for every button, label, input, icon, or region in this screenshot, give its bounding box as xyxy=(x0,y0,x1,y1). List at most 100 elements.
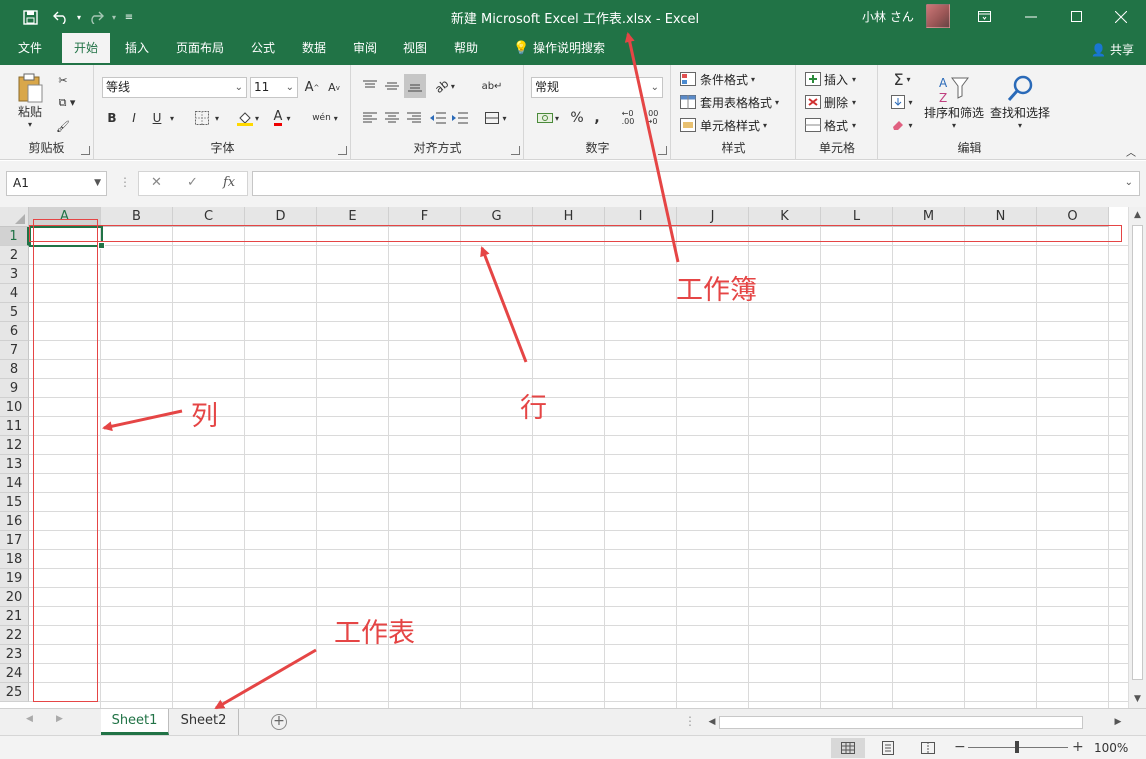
merge-center-icon[interactable]: ▾ xyxy=(480,107,512,129)
percent-style-button[interactable]: % xyxy=(567,107,587,129)
normal-view-icon[interactable] xyxy=(831,738,865,758)
zoom-slider[interactable] xyxy=(968,741,1068,753)
column-header-h[interactable]: H xyxy=(533,207,605,227)
page-break-view-icon[interactable] xyxy=(911,738,945,758)
row-header-18[interactable]: 18 xyxy=(0,550,29,569)
fill-icon[interactable]: ▾ xyxy=(887,92,917,112)
expand-formula-icon[interactable]: ⌄ xyxy=(1125,177,1133,188)
column-header-c[interactable]: C xyxy=(173,207,245,227)
tab-review[interactable]: 审阅 xyxy=(344,33,386,65)
prev-sheet-icon[interactable]: ◀ xyxy=(26,714,33,724)
scroll-left-icon[interactable]: ◀ xyxy=(705,715,719,730)
clipboard-launcher-icon[interactable] xyxy=(81,146,90,155)
font-name-select[interactable]: 等线 ⌄ xyxy=(102,77,247,98)
save-icon[interactable] xyxy=(19,7,41,27)
align-middle-icon[interactable] xyxy=(382,75,402,97)
align-center-icon[interactable] xyxy=(382,107,402,129)
delete-cells-button[interactable]: 删除 ▾ xyxy=(805,92,875,112)
column-header-f[interactable]: F xyxy=(389,207,461,227)
row-header-13[interactable]: 13 xyxy=(0,455,29,474)
row-header-15[interactable]: 15 xyxy=(0,493,29,512)
row-header-8[interactable]: 8 xyxy=(0,360,29,379)
underline-dropdown-icon[interactable]: ▾ xyxy=(167,107,177,129)
format-cells-button[interactable]: 格式 ▾ xyxy=(805,115,875,135)
tab-formulas[interactable]: 公式 xyxy=(242,33,284,65)
decrease-decimal-icon[interactable]: .00 →0 xyxy=(641,107,663,129)
row-header-20[interactable]: 20 xyxy=(0,588,29,607)
cell-styles-button[interactable]: 单元格样式 ▾ xyxy=(680,115,790,135)
sheet-tab-sheet2[interactable]: Sheet2 xyxy=(169,709,239,735)
row-header-4[interactable]: 4 xyxy=(0,284,29,303)
worksheet-grid[interactable]: ABCDEFGHIJKLMNO 1 2 3 4 5 6 7 8 9 10 11 12 13 14 15 16 1… xyxy=(0,207,1128,708)
font-launcher-icon[interactable] xyxy=(338,146,347,155)
align-bottom-icon[interactable] xyxy=(404,74,426,98)
share-button[interactable]: 👤 共享 xyxy=(1091,41,1134,58)
fill-color-icon[interactable]: ▾ xyxy=(233,107,263,129)
conditional-formatting-button[interactable]: 条件格式 ▾ xyxy=(680,69,790,89)
tab-help[interactable]: 帮助 xyxy=(445,33,487,65)
sheet-tab-sheet1[interactable]: Sheet1 xyxy=(101,709,169,735)
row-header-3[interactable]: 3 xyxy=(0,265,29,284)
splitter-dots-icon[interactable]: ⋮ xyxy=(119,175,131,189)
row-header-22[interactable]: 22 xyxy=(0,626,29,645)
page-layout-view-icon[interactable] xyxy=(871,738,905,758)
copy-icon[interactable]: ⧉ ▾ xyxy=(54,94,80,112)
insert-function-icon[interactable]: fx xyxy=(223,175,235,190)
scroll-down-icon[interactable]: ▼ xyxy=(1129,691,1146,708)
column-header-i[interactable]: I xyxy=(605,207,677,227)
column-header-j[interactable]: J xyxy=(677,207,749,227)
column-header-k[interactable]: K xyxy=(749,207,821,227)
horizontal-scrollbar[interactable]: ◀ ▶ xyxy=(705,715,1125,730)
borders-icon[interactable]: ▾ xyxy=(190,107,224,129)
column-header-e[interactable]: E xyxy=(317,207,389,227)
phonetic-guide-icon[interactable]: wén ▾ xyxy=(307,107,343,129)
maximize-icon[interactable] xyxy=(1053,0,1099,33)
increase-decimal-icon[interactable]: ←0.00 xyxy=(617,107,639,129)
zoom-level[interactable]: 100% xyxy=(1094,741,1128,755)
tab-view[interactable]: 视图 xyxy=(394,33,436,65)
row-header-7[interactable]: 7 xyxy=(0,341,29,360)
name-box[interactable]: A1 ▼ xyxy=(6,171,107,196)
tab-data[interactable]: 数据 xyxy=(293,33,335,65)
wrap-text-icon[interactable]: ab↵ xyxy=(482,75,503,97)
column-header-b[interactable]: B xyxy=(101,207,173,227)
increase-font-icon[interactable]: A ^ xyxy=(303,77,321,98)
row-header-24[interactable]: 24 xyxy=(0,664,29,683)
formula-input[interactable]: ⌄ xyxy=(252,171,1140,196)
align-top-icon[interactable] xyxy=(360,75,380,97)
tab-splitter-icon[interactable]: ⋮ xyxy=(684,714,696,728)
format-painter-icon[interactable]: 🖌 xyxy=(54,117,72,135)
enter-icon[interactable]: ✓ xyxy=(187,175,198,190)
scroll-up-icon[interactable]: ▲ xyxy=(1129,207,1146,224)
ribbon-display-options-icon[interactable] xyxy=(961,0,1007,33)
next-sheet-icon[interactable]: ▶ xyxy=(56,714,63,724)
comma-style-button[interactable]: , xyxy=(589,107,605,129)
underline-button[interactable]: U xyxy=(148,107,166,129)
vertical-scroll-thumb[interactable] xyxy=(1132,225,1143,680)
horizontal-scroll-thumb[interactable] xyxy=(719,716,1083,729)
row-header-10[interactable]: 10 xyxy=(0,398,29,417)
clear-icon[interactable]: ▾ xyxy=(887,115,917,135)
row-header-5[interactable]: 5 xyxy=(0,303,29,322)
zoom-slider-knob[interactable] xyxy=(1015,741,1019,753)
add-sheet-button[interactable]: + xyxy=(271,714,287,730)
row-header-19[interactable]: 19 xyxy=(0,569,29,588)
column-header-l[interactable]: L xyxy=(821,207,893,227)
collapse-ribbon-icon[interactable]: ︿ xyxy=(1124,145,1138,159)
bold-button[interactable]: B xyxy=(103,107,121,129)
sort-filter-button[interactable]: AZ 排序和筛选 ▾ xyxy=(922,69,986,135)
row-header-1[interactable]: 1 xyxy=(0,227,29,246)
row-header-9[interactable]: 9 xyxy=(0,379,29,398)
row-header-11[interactable]: 11 xyxy=(0,417,29,436)
column-header-d[interactable]: D xyxy=(245,207,317,227)
tab-home[interactable]: 开始 xyxy=(62,33,110,65)
row-header-25[interactable]: 25 xyxy=(0,683,29,702)
column-header-o[interactable]: O xyxy=(1037,207,1109,227)
zoom-in-button[interactable]: + xyxy=(1072,739,1084,755)
row-header-2[interactable]: 2 xyxy=(0,246,29,265)
avatar[interactable] xyxy=(926,4,950,28)
italic-button[interactable]: I xyxy=(125,107,143,129)
vertical-scrollbar[interactable]: ▲ ▼ xyxy=(1128,207,1146,708)
decrease-font-icon[interactable]: Av xyxy=(325,77,343,98)
tab-file[interactable]: 文件 xyxy=(8,33,52,65)
